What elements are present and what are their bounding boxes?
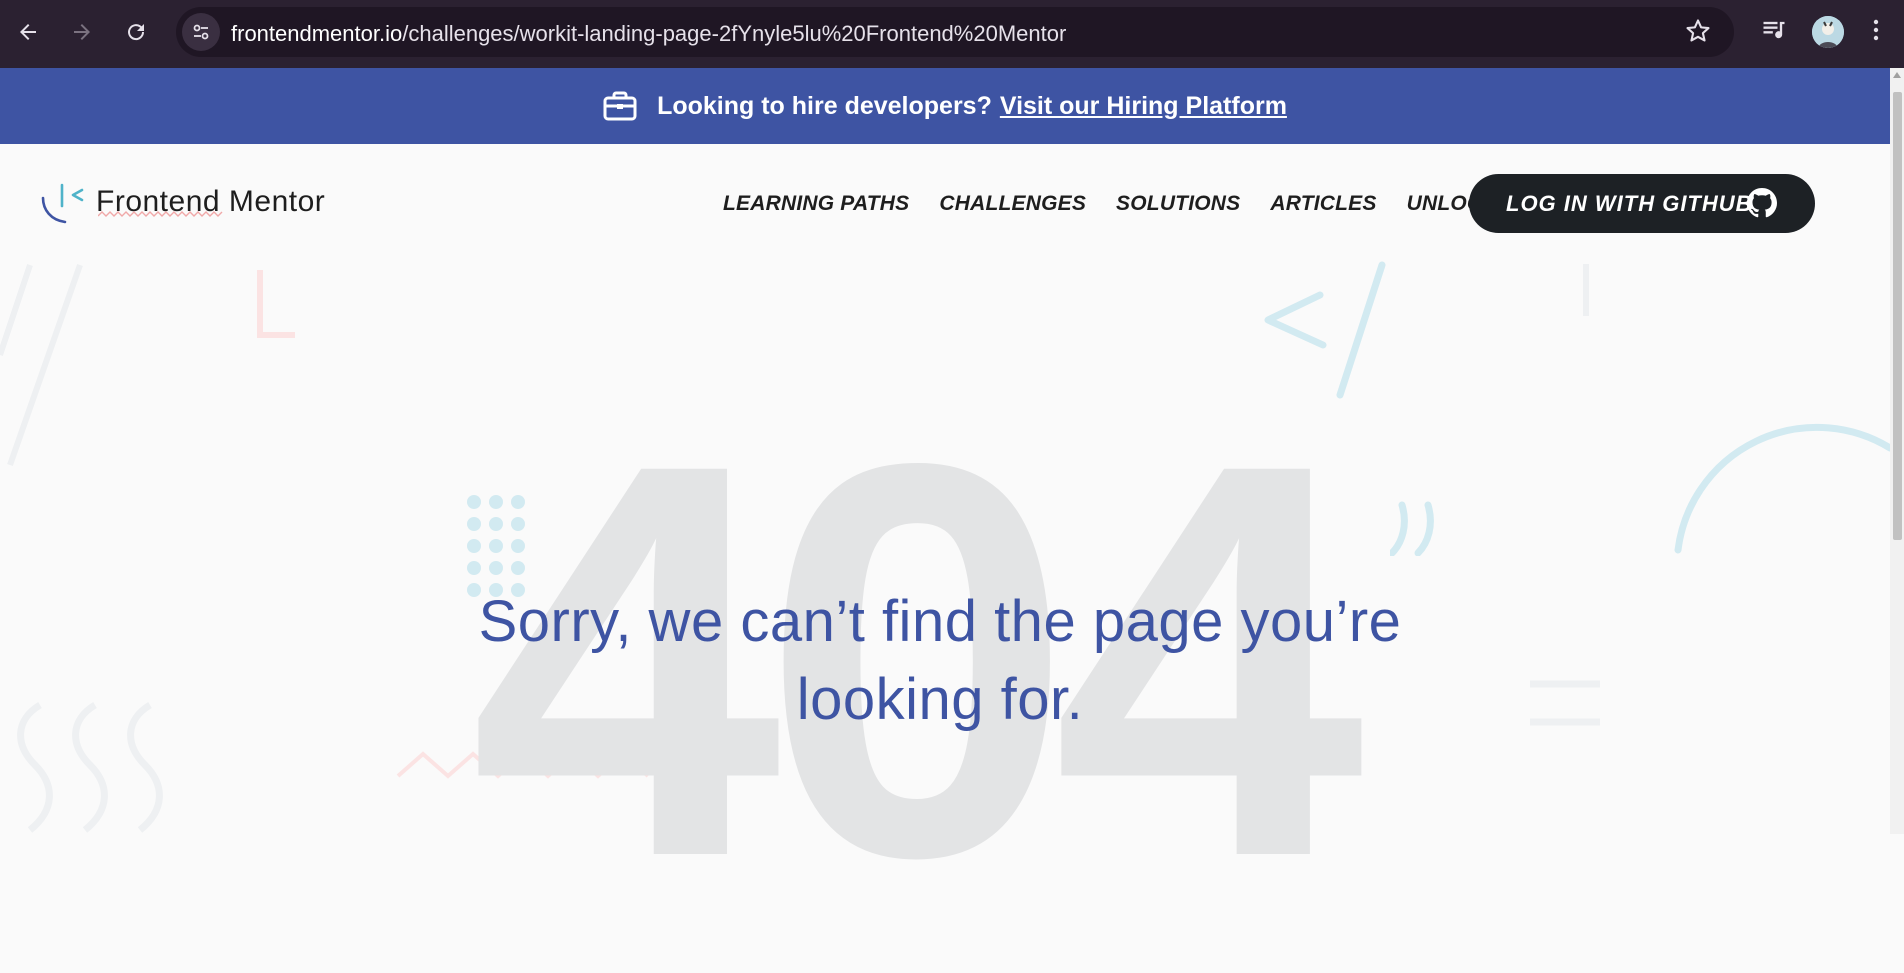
profile-avatar[interactable] (1812, 16, 1844, 48)
url-host: frontendmentor.io (231, 21, 403, 46)
briefcase-icon (603, 91, 637, 121)
back-arrow-icon (20, 24, 36, 40)
forward-arrow-icon (74, 24, 90, 40)
curly-decoration (17, 702, 163, 833)
nav-challenges[interactable]: CHALLENGES (939, 192, 1086, 216)
not-found-message: Sorry, we can’t find the page you’re loo… (478, 589, 1402, 732)
url-path: /challenges/workit-landing-page-2fYnyle5… (402, 21, 1067, 46)
nav-solutions[interactable]: SOLUTIONS (1116, 192, 1240, 216)
scroll-up-arrow[interactable] (1893, 72, 1901, 78)
github-icon (1747, 188, 1777, 218)
tune-icon (193, 24, 209, 40)
slash-decoration (0, 264, 83, 466)
arc-decoration (1674, 423, 1890, 554)
logo-mark-icon (41, 183, 84, 224)
reload-button[interactable] (118, 14, 154, 50)
site-info-button[interactable] (182, 13, 220, 51)
star-icon (1686, 19, 1710, 42)
spellcheck-squiggle (98, 211, 223, 217)
nav-articles[interactable]: ARTICLES (1270, 192, 1376, 216)
queue-music-icon (1763, 21, 1785, 39)
nav-learning-paths[interactable]: LEARNING PATHS (723, 192, 909, 216)
browser-toolbar: frontendmentor.io/challenges/workit-land… (0, 0, 1904, 68)
bookmark-button[interactable] (1684, 17, 1712, 50)
banner-text: Looking to hire developers? (657, 91, 992, 120)
hiring-platform-link[interactable]: Visit our Hiring Platform (1000, 92, 1287, 121)
url-text: frontendmentor.io/challenges/workit-land… (231, 21, 1066, 47)
menu-button[interactable] (1870, 16, 1882, 49)
more-vertical-icon (1873, 19, 1879, 41)
reload-icon (128, 24, 145, 41)
media-controls-button[interactable] (1760, 16, 1788, 49)
bracket-l-decoration (257, 270, 295, 338)
back-button[interactable] (10, 14, 46, 50)
address-bar[interactable]: frontendmentor.io/challenges/workit-land… (176, 7, 1734, 57)
login-github-button[interactable]: LOG IN WITH GITHUB (1469, 174, 1815, 233)
scrollbar-thumb[interactable] (1893, 92, 1902, 540)
bar-decoration (1583, 264, 1589, 316)
main-nav: LEARNING PATHS CHALLENGES SOLUTIONS ARTI… (723, 192, 1550, 216)
avatar-icon (1812, 16, 1844, 48)
hiring-banner: Looking to hire developers? Visit our Hi… (0, 68, 1890, 144)
equals-decoration (1530, 680, 1600, 726)
quote-decoration (1390, 501, 1434, 556)
forward-button[interactable] (64, 14, 100, 50)
login-github-label: LOG IN WITH GITHUB (1506, 190, 1753, 216)
